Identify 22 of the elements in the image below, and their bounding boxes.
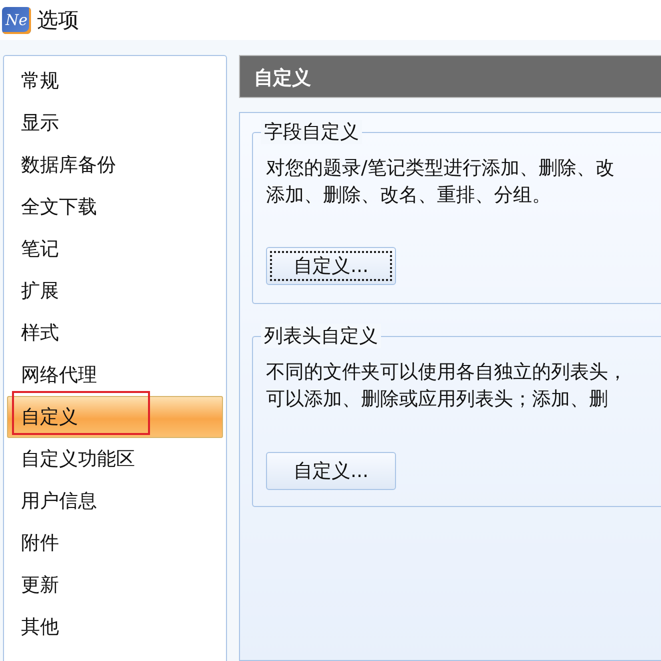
sidebar-item[interactable]: 全文下载 (7, 186, 223, 228)
sidebar-item[interactable]: 其他 (7, 606, 223, 648)
sidebar-item[interactable]: 附件 (7, 522, 223, 564)
sidebar-item[interactable]: 网络代理 (7, 354, 223, 396)
customize-button[interactable]: 自定义... (266, 452, 396, 490)
app-logo: Ne (2, 6, 31, 34)
group-title: 字段自定义 (261, 120, 362, 144)
group-title: 列表头自定义 (261, 324, 381, 348)
sidebar-item[interactable]: 更新 (7, 564, 223, 606)
sidebar-item[interactable]: 自定义功能区 (7, 438, 223, 480)
sidebar-item[interactable]: 常规 (7, 60, 223, 102)
sidebar-item[interactable]: 数据库备份 (7, 144, 223, 186)
sidebar-item[interactable]: 样式 (7, 312, 223, 354)
sidebar-item[interactable]: 扩展 (7, 270, 223, 312)
description-text: 不同的文件夹可以使用各自独立的列表头， 可以添加、删除或应用列表头；添加、删 (266, 360, 628, 412)
section-header: 自定义 (239, 55, 661, 98)
description-text: 对您的题录/笔记类型进行添加、删除、改 添加、删除、改名、重排、分组。 (266, 156, 616, 208)
sidebar-item[interactable]: 用户信息 (7, 480, 223, 522)
sidebar-item[interactable]: 笔记 (7, 228, 223, 270)
sidebar-item[interactable]: 显示 (7, 102, 223, 144)
customize-button[interactable]: 自定义... (266, 247, 396, 285)
window-title: 选项 (37, 7, 79, 34)
